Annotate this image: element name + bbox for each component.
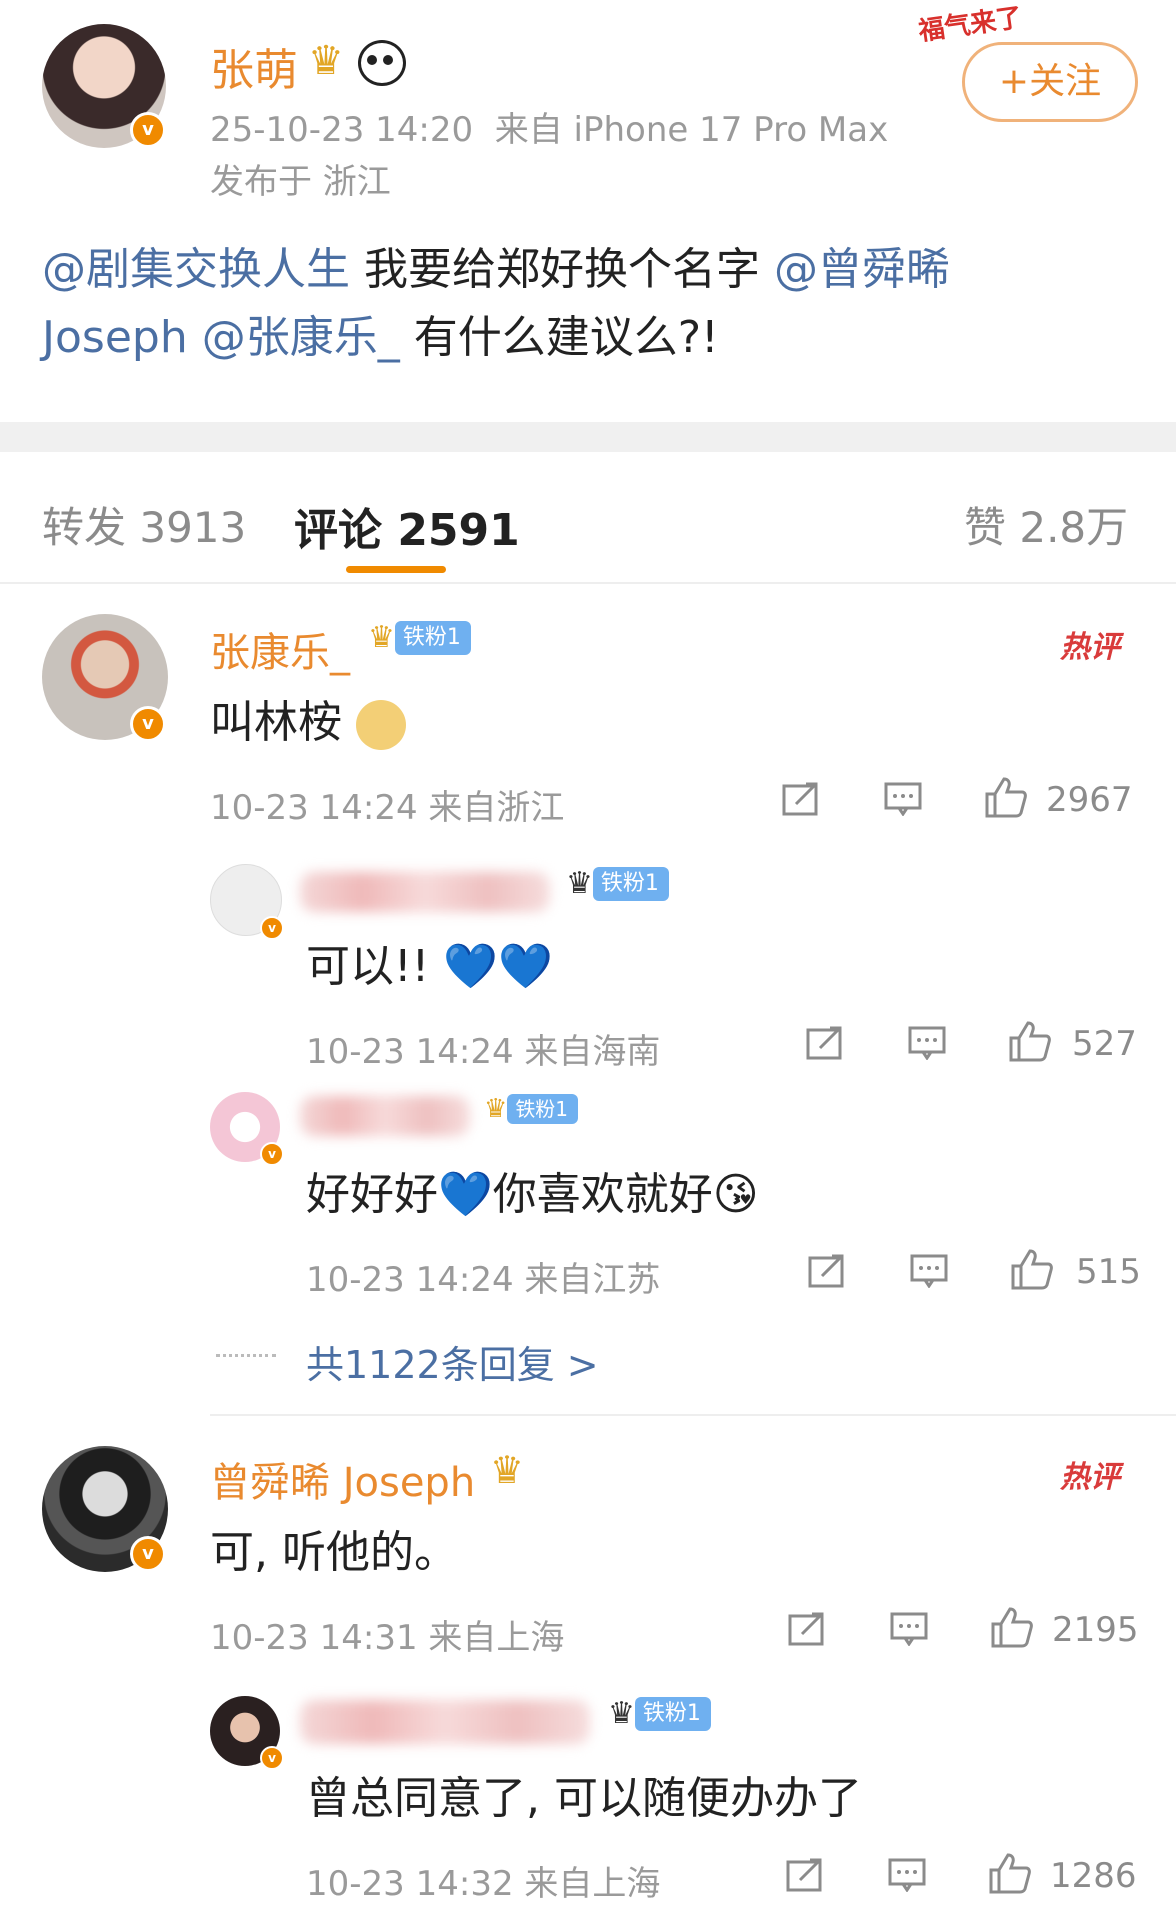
fan-badge-label: 铁粉1 — [634, 1696, 711, 1731]
tab-likes-label: 赞 2.8万 — [964, 503, 1129, 552]
crown-icon: ♛ — [484, 1094, 508, 1124]
like-count: 2195 — [1052, 1610, 1139, 1650]
reply-meta: 10-23 14:24 来自江苏 — [306, 1260, 661, 1300]
share-icon[interactable] — [808, 1254, 846, 1288]
verified-icon: v — [130, 1536, 166, 1572]
doge-emoji-icon — [356, 700, 406, 750]
verified-icon: v — [130, 112, 166, 148]
blurred-username — [300, 1700, 590, 1744]
hot-comment-badge: 热评 — [1060, 1460, 1120, 1495]
verified-icon: v — [260, 1142, 284, 1166]
like-icon[interactable] — [984, 776, 1028, 818]
commenter-name[interactable]: 曾舜晞 Joseph — [210, 1450, 475, 1508]
reply-text: 可以!! 💙💙 — [306, 941, 553, 992]
reply-text: 曾总同意了, 可以随便办办了 — [306, 1773, 862, 1824]
crown-icon: ♛ — [608, 1696, 635, 1731]
panda-icon — [358, 40, 406, 86]
follow-label: +关注 — [998, 61, 1102, 102]
like-count: 2967 — [1046, 780, 1133, 820]
comment-text: 叫林桉 — [210, 686, 406, 750]
like-count: 515 — [1076, 1252, 1141, 1292]
share-icon[interactable] — [806, 1026, 844, 1060]
mention-link[interactable]: @张康乐_ — [202, 312, 400, 363]
comment-meta: 10-23 14:24 来自浙江 — [210, 788, 565, 828]
content-text: Joseph — [42, 312, 202, 363]
tab-comments-label: 评论 2591 — [294, 505, 520, 556]
tabs-divider — [0, 582, 1176, 584]
crown-icon: ♛ — [566, 866, 593, 901]
fan-badge-label: 铁粉1 — [507, 1094, 579, 1124]
comment-text: 可, 听他的。 — [210, 1527, 458, 1578]
comment-meta: 10-23 14:31 来自上海 — [210, 1618, 565, 1658]
verified-icon: v — [130, 706, 166, 742]
tab-repost[interactable]: 转发 3913 — [42, 494, 246, 555]
like-count: 1286 — [1050, 1856, 1137, 1896]
verified-icon: v — [260, 1746, 284, 1770]
content-text: 我要给郑好换个名字 — [350, 244, 774, 295]
view-more-replies-link[interactable]: 共1122条回复 > — [306, 1334, 599, 1389]
reply-text: 好好好💙你喜欢就好😘 — [306, 1169, 759, 1220]
crown-icon: ♛ — [368, 620, 395, 655]
tab-active-indicator — [346, 566, 446, 573]
tab-comments[interactable]: 评论 2591 — [294, 494, 520, 558]
dotted-guide — [216, 1354, 276, 1357]
post-location: 发布于 浙江 — [210, 162, 391, 202]
reply-meta: 10-23 14:24 来自海南 — [306, 1032, 661, 1072]
like-icon[interactable] — [988, 1852, 1032, 1894]
comment-icon[interactable] — [884, 782, 922, 816]
tab-likes[interactable]: 赞 2.8万 — [964, 494, 1128, 555]
post-meta: 25-10-23 14:20 来自 iPhone 17 Pro Max — [210, 110, 889, 150]
fan-badge-label: 铁粉1 — [394, 620, 471, 655]
comment-text-content: 叫林桉 — [210, 697, 342, 748]
crown-icon: ♛ — [490, 1448, 525, 1492]
like-count: 527 — [1072, 1024, 1137, 1064]
hot-comment-badge: 热评 — [1060, 630, 1120, 665]
comment-icon[interactable] — [910, 1254, 948, 1288]
fan-badge: ♛ 铁粉1 — [566, 866, 669, 901]
like-icon[interactable] — [990, 1606, 1034, 1648]
content-text: 有什么建议么?! — [399, 312, 719, 363]
share-icon[interactable] — [788, 1612, 826, 1646]
blurred-username — [300, 872, 550, 912]
follow-button[interactable]: +关注 — [962, 42, 1138, 122]
fan-badge: ♛ 铁粉1 — [608, 1696, 711, 1731]
mention-link[interactable]: @剧集交换人生 — [42, 244, 350, 295]
commenter-name[interactable]: 张康乐_ — [210, 620, 350, 678]
comment-divider — [210, 1414, 1176, 1416]
fan-badge: ♛ 铁粉1 — [368, 620, 471, 655]
post-content: @剧集交换人生 我要给郑好换个名字 @曾舜晞 Joseph @张康乐_ 有什么建议… — [42, 236, 1132, 372]
comment-icon[interactable] — [908, 1026, 946, 1060]
crown-icon: ♛ — [308, 38, 344, 84]
fan-badge: ♛ 铁粉1 — [484, 1094, 579, 1124]
fan-badge-label: 铁粉1 — [592, 866, 669, 901]
blurred-username — [300, 1096, 470, 1136]
author-name[interactable]: 张萌 — [210, 34, 298, 98]
sticker-decoration: 福气来了 — [916, 2, 1024, 48]
like-icon[interactable] — [1010, 1248, 1054, 1290]
comment-icon[interactable] — [888, 1858, 926, 1892]
share-icon[interactable] — [786, 1858, 824, 1892]
reply-meta: 10-23 14:32 来自上海 — [306, 1864, 661, 1904]
mention-link[interactable]: @曾舜晞 — [774, 244, 950, 295]
author-name-text: 张萌 — [210, 45, 298, 96]
comment-icon[interactable] — [890, 1612, 928, 1646]
like-icon[interactable] — [1008, 1020, 1052, 1062]
share-icon[interactable] — [782, 782, 820, 816]
section-separator — [0, 422, 1176, 452]
tab-repost-label: 转发 3913 — [42, 503, 247, 552]
verified-icon: v — [260, 916, 284, 940]
